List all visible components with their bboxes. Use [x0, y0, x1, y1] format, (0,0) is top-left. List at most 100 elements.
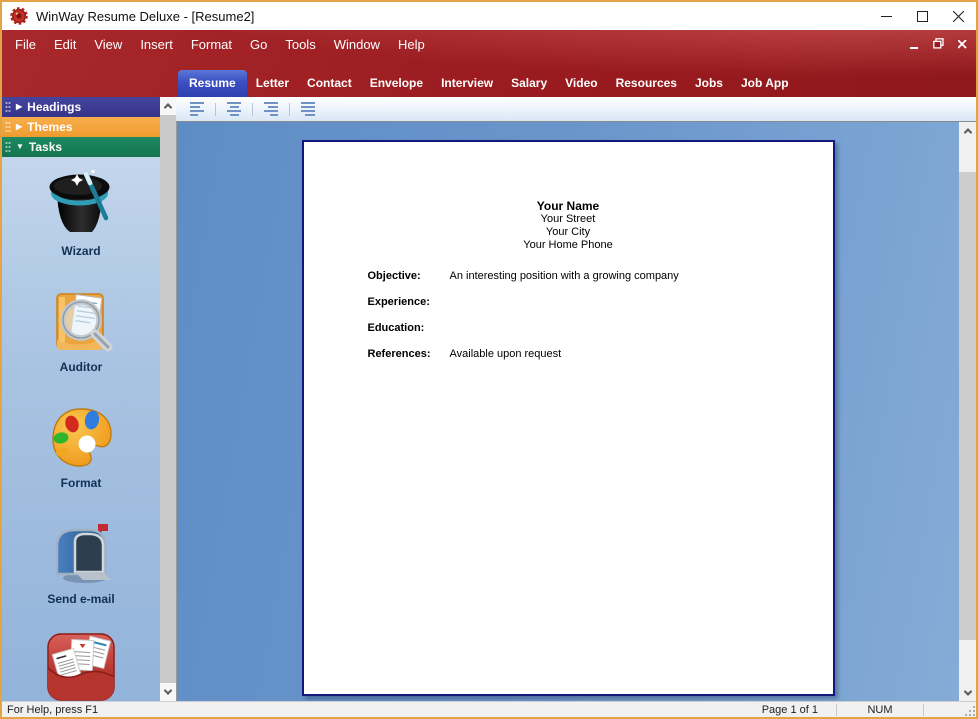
maximize-button[interactable] — [904, 2, 940, 30]
document-viewport[interactable]: Your Name Your Street Your City Your Hom… — [176, 122, 959, 701]
doc-street-line: Your Street — [304, 213, 833, 226]
close-button[interactable] — [940, 2, 976, 30]
row-label: Education: — [368, 322, 450, 335]
examples-documents-icon — [45, 632, 117, 701]
scroll-down-button[interactable] — [959, 684, 976, 701]
sidebar-section-tasks[interactable]: ▼ Tasks — [2, 137, 160, 157]
section-label: Headings — [27, 100, 81, 114]
align-center-button[interactable] — [223, 99, 245, 119]
menu-bar: File Edit View Insert Format Go Tools Wi… — [2, 30, 976, 58]
menu-file[interactable]: File — [6, 32, 45, 57]
tab-letter[interactable]: Letter — [247, 70, 298, 97]
task-examples[interactable] — [45, 632, 117, 701]
minimize-button[interactable] — [868, 2, 904, 30]
status-page-indicator: Page 1 of 1 — [696, 704, 836, 716]
auditor-folder-magnifier-icon — [45, 284, 117, 358]
align-justify-button[interactable] — [297, 99, 319, 119]
menu-format[interactable]: Format — [182, 32, 241, 57]
resume-sections: Objective: An interesting position with … — [304, 270, 833, 361]
scroll-up-button[interactable] — [959, 122, 976, 139]
mdi-restore-icon — [933, 38, 944, 49]
chevron-up-icon — [963, 128, 971, 136]
task-wizard[interactable]: Wizard — [45, 168, 117, 258]
resize-grip[interactable] — [962, 703, 976, 717]
wizard-hat-icon — [45, 168, 117, 242]
mdi-window-controls — [908, 38, 968, 49]
sidebar-section-themes[interactable]: ▶ Themes — [2, 117, 160, 137]
task-label: Format — [61, 476, 102, 490]
drag-grip-icon — [5, 121, 11, 134]
mdi-close-icon — [958, 40, 967, 49]
scrollbar-track[interactable] — [959, 139, 976, 684]
align-left-button[interactable] — [186, 99, 208, 119]
chevron-down-icon — [963, 687, 971, 695]
toolbar-separator — [215, 103, 216, 116]
alignment-toolbar — [176, 97, 976, 122]
task-label: Send e-mail — [47, 592, 114, 606]
format-palette-icon — [45, 400, 117, 474]
row-value: Available upon request — [450, 348, 562, 361]
row-label: Objective: — [368, 270, 450, 283]
main-content: ▶ Headings ▶ Themes ▼ Tasks — [2, 97, 976, 701]
menu-insert[interactable]: Insert — [131, 32, 182, 57]
resume-row-references: References: Available upon request — [368, 348, 833, 361]
row-value: An interesting position with a growing c… — [450, 270, 679, 283]
task-label: Auditor — [60, 360, 103, 374]
tab-interview[interactable]: Interview — [432, 70, 502, 97]
title-bar: WinWay Resume Deluxe - [Resume2] — [2, 2, 976, 30]
sidebar: ▶ Headings ▶ Themes ▼ Tasks — [2, 97, 160, 701]
doc-city-line: Your City — [304, 226, 833, 239]
mailbox-icon — [45, 516, 117, 590]
menu-tools[interactable]: Tools — [276, 32, 324, 57]
resume-row-objective: Objective: An interesting position with … — [368, 270, 833, 283]
minimize-icon — [881, 11, 892, 22]
scrollbar-thumb[interactable] — [160, 115, 176, 683]
tab-contact[interactable]: Contact — [298, 70, 361, 97]
task-format[interactable]: Format — [45, 400, 117, 490]
document-scrollbar — [959, 122, 976, 701]
scroll-up-button[interactable] — [160, 97, 176, 115]
menu-window[interactable]: Window — [325, 32, 389, 57]
menu-edit[interactable]: Edit — [45, 32, 85, 57]
mdi-close-button[interactable] — [956, 38, 968, 49]
align-right-button[interactable] — [260, 99, 282, 119]
address-block: Your Name Your Street Your City Your Hom… — [304, 142, 833, 252]
row-label: References: — [368, 348, 450, 361]
section-label: Themes — [27, 120, 72, 134]
menu-view[interactable]: View — [85, 32, 131, 57]
sidebar-section-headings[interactable]: ▶ Headings — [2, 97, 160, 117]
tab-jobs[interactable]: Jobs — [686, 70, 732, 97]
menu-help[interactable]: Help — [389, 32, 434, 57]
mdi-minimize-button[interactable] — [908, 38, 920, 49]
task-send-email[interactable]: Send e-mail — [45, 516, 117, 606]
window-title: WinWay Resume Deluxe - [Resume2] — [36, 9, 868, 24]
mdi-restore-button[interactable] — [932, 38, 944, 49]
toolbar-separator — [252, 103, 253, 116]
scrollbar-thumb[interactable] — [959, 172, 976, 640]
task-auditor[interactable]: Auditor — [45, 284, 117, 374]
document-tabs: Resume Letter Contact Envelope Interview… — [2, 58, 976, 97]
app-logo-icon — [10, 7, 28, 25]
doc-name-line: Your Name — [304, 200, 833, 213]
mdi-minimize-icon — [910, 40, 919, 49]
scrollbar-track[interactable] — [160, 115, 176, 683]
maximize-icon — [917, 11, 928, 22]
resume-page[interactable]: Your Name Your Street Your City Your Hom… — [302, 140, 835, 696]
tab-resources[interactable]: Resources — [607, 70, 686, 97]
tab-resume[interactable]: Resume — [178, 70, 247, 97]
tab-job-app[interactable]: Job App — [732, 70, 798, 97]
resume-row-education: Education: — [368, 322, 833, 335]
status-separator — [923, 704, 924, 716]
status-numlock-indicator: NUM — [837, 704, 923, 716]
scroll-down-button[interactable] — [160, 683, 176, 701]
tab-salary[interactable]: Salary — [502, 70, 556, 97]
tab-video[interactable]: Video — [556, 70, 606, 97]
tab-envelope[interactable]: Envelope — [361, 70, 432, 97]
chevron-down-icon: ▼ — [16, 143, 24, 151]
chevron-right-icon: ▶ — [16, 103, 22, 111]
resume-row-experience: Experience: — [368, 296, 833, 309]
doc-phone-line: Your Home Phone — [304, 239, 833, 252]
menu-go[interactable]: Go — [241, 32, 276, 57]
menu-tab-band: File Edit View Insert Format Go Tools Wi… — [2, 30, 976, 97]
section-label: Tasks — [29, 140, 62, 154]
